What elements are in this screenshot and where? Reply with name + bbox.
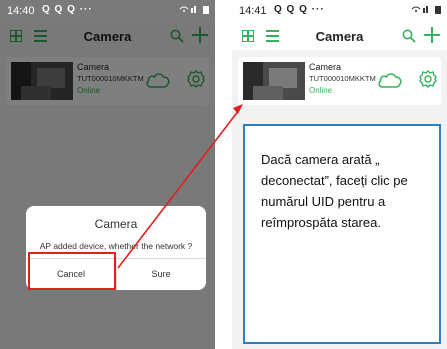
callout-text: Dacă camera arată „ deconectat”, faceți …	[261, 152, 408, 231]
wifi-icon	[179, 6, 196, 13]
instruction-callout: Dacă camera arată „ deconectat”, faceți …	[243, 124, 441, 344]
camera-thumbnail[interactable]	[243, 62, 305, 100]
device-card[interactable]: Camera TUT000010MKKTM Online	[238, 57, 441, 105]
wifi-icon	[411, 6, 428, 13]
cancel-highlight-box	[28, 252, 116, 290]
sure-button[interactable]: Sure	[116, 259, 206, 290]
dialog-title: Camera	[94, 217, 138, 231]
plus-icon[interactable]	[424, 27, 440, 43]
signal-battery-icons	[179, 5, 209, 16]
signal-battery-icons	[411, 5, 441, 16]
status-app-icons: Q Q Q ···	[274, 4, 325, 15]
status-time: 14:41	[239, 5, 267, 17]
status-time: 14:40	[7, 5, 35, 17]
search-icon[interactable]	[402, 29, 416, 43]
status-app-icons: Q Q Q ···	[42, 4, 93, 15]
app-header: Camera	[232, 22, 447, 50]
device-uid[interactable]: TUT000010MKKTM	[309, 74, 376, 83]
cloud-icon[interactable]	[377, 71, 403, 89]
gear-icon[interactable]	[418, 69, 438, 89]
battery-icon	[203, 6, 209, 14]
dialog-message: AP added device, whether the network ?	[39, 241, 193, 251]
device-name: Camera	[309, 62, 342, 72]
battery-icon	[435, 6, 441, 14]
device-status: Online	[309, 86, 333, 95]
status-bar: 14:40 Q Q Q ···	[0, 0, 215, 22]
left-phone-screen: Camera TUT000010MKKTM Online Camera 14:4…	[0, 0, 215, 349]
status-bar: 14:41 Q Q Q ···	[232, 0, 447, 22]
modal-overlay	[0, 22, 215, 349]
